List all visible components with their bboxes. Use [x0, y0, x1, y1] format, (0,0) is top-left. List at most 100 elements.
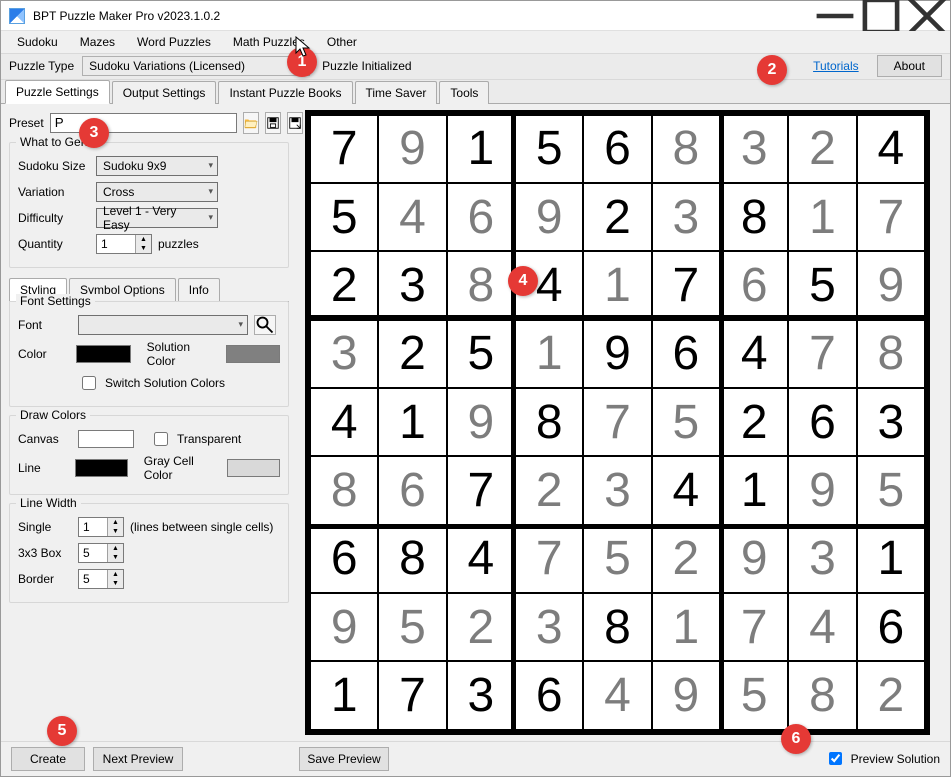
- window-title: BPT Puzzle Maker Pro v2023.1.0.2: [33, 9, 812, 23]
- sudoku-cell: 9: [310, 593, 378, 661]
- quantity-input[interactable]: [97, 237, 133, 251]
- switch-solution-colors-checkbox[interactable]: [82, 376, 96, 390]
- canvas-label: Canvas: [18, 432, 72, 446]
- difficulty-label: Difficulty: [18, 211, 90, 225]
- titlebar: BPT Puzzle Maker Pro v2023.1.0.2: [1, 1, 950, 31]
- sudoku-cell: 6: [652, 320, 720, 388]
- save-preset-button[interactable]: [265, 112, 281, 134]
- sudoku-cell: 1: [378, 388, 446, 456]
- sudoku-cell: 2: [378, 320, 446, 388]
- sudoku-cell: 3: [515, 593, 583, 661]
- sudoku-cell: 1: [515, 320, 583, 388]
- tab-time-saver[interactable]: Time Saver: [355, 81, 438, 104]
- solution-color-swatch[interactable]: [226, 345, 280, 363]
- font-label: Font: [18, 318, 72, 332]
- font-color-swatch[interactable]: [76, 345, 130, 363]
- line-color-swatch[interactable]: [75, 459, 128, 477]
- sudoku-cell: 5: [447, 320, 515, 388]
- sudoku-cell: 4: [515, 251, 583, 319]
- tab-tools[interactable]: Tools: [439, 81, 489, 104]
- sudoku-cell: 4: [583, 661, 651, 729]
- sudoku-cell: 3: [788, 525, 856, 593]
- subtab-info[interactable]: Info: [178, 278, 220, 302]
- puzzle-type-label: Puzzle Type: [9, 59, 74, 73]
- spin-up[interactable]: ▲: [135, 235, 151, 244]
- sudoku-cell: 9: [515, 183, 583, 251]
- sudoku-cell: 6: [583, 115, 651, 183]
- gray-cell-label: Gray Cell Color: [144, 454, 221, 482]
- sudoku-cell: 8: [515, 388, 583, 456]
- preset-input[interactable]: [50, 113, 237, 133]
- magnifier-icon: [255, 315, 275, 335]
- font-select[interactable]: [78, 315, 248, 335]
- sudoku-cell: 8: [378, 525, 446, 593]
- sudoku-cell: 4: [857, 115, 925, 183]
- create-button[interactable]: Create: [11, 747, 85, 771]
- difficulty-select[interactable]: Level 1 - Very Easy: [96, 208, 218, 228]
- sudoku-cell: 8: [447, 251, 515, 319]
- tab-output-settings[interactable]: Output Settings: [112, 81, 217, 104]
- sudoku-cell: 7: [583, 388, 651, 456]
- sudoku-cell: 5: [857, 456, 925, 524]
- menu-sudoku[interactable]: Sudoku: [7, 33, 68, 51]
- sudoku-cell: 1: [788, 183, 856, 251]
- spin-down[interactable]: ▼: [135, 244, 151, 253]
- sudoku-cell: 5: [720, 661, 788, 729]
- font-picker-button[interactable]: [254, 315, 276, 335]
- gray-cell-swatch[interactable]: [227, 459, 280, 477]
- line-label: Line: [18, 461, 69, 475]
- sudoku-cell: 8: [857, 320, 925, 388]
- sudoku-cell: 3: [720, 115, 788, 183]
- menu-math-puzzles[interactable]: Math Puzzles: [223, 33, 315, 51]
- close-button[interactable]: [904, 1, 950, 30]
- sudoku-cell: 8: [788, 661, 856, 729]
- puzzles-suffix: puzzles: [158, 237, 199, 251]
- next-preview-button[interactable]: Next Preview: [93, 747, 183, 771]
- app-window: BPT Puzzle Maker Pro v2023.1.0.2 Sudoku …: [0, 0, 951, 777]
- sudoku-cell: 4: [788, 593, 856, 661]
- sudoku-cell: 7: [310, 115, 378, 183]
- sudoku-cell: 4: [447, 525, 515, 593]
- single-stepper[interactable]: ▲▼: [78, 517, 124, 537]
- sudoku-cell: 3: [857, 388, 925, 456]
- sudoku-cell: 6: [857, 593, 925, 661]
- main-tabs: Puzzle Settings Output Settings Instant …: [1, 80, 950, 104]
- transparent-checkbox[interactable]: [154, 432, 168, 446]
- border-stepper[interactable]: ▲▼: [78, 569, 124, 589]
- maximize-button[interactable]: [858, 1, 904, 30]
- sudoku-cell: 4: [652, 456, 720, 524]
- sudoku-cell: 3: [310, 320, 378, 388]
- tab-puzzle-settings[interactable]: Puzzle Settings: [5, 80, 110, 104]
- canvas-color-swatch[interactable]: [78, 430, 134, 448]
- transparent-label: Transparent: [177, 432, 241, 446]
- box-stepper[interactable]: ▲▼: [78, 543, 124, 563]
- sudoku-cell: 8: [720, 183, 788, 251]
- left-pane: Preset What to Gene Sudoku Size Sudoku 9…: [1, 104, 297, 741]
- sudoku-cell: 5: [310, 183, 378, 251]
- about-button[interactable]: About: [877, 55, 942, 77]
- sudoku-cell: 6: [515, 661, 583, 729]
- preview-solution-checkbox[interactable]: [829, 752, 842, 765]
- open-preset-button[interactable]: [243, 112, 259, 134]
- sudoku-size-select[interactable]: Sudoku 9x9: [96, 156, 218, 176]
- sudoku-cell: 5: [788, 251, 856, 319]
- sudoku-grid: 7915683245469238172384176593251964784198…: [305, 110, 930, 735]
- menu-word-puzzles[interactable]: Word Puzzles: [127, 33, 221, 51]
- bottom-bar: Create Next Preview Save Preview Preview…: [1, 741, 950, 776]
- sudoku-cell: 9: [378, 115, 446, 183]
- status-text: Puzzle Initialized: [322, 59, 411, 73]
- menu-mazes[interactable]: Mazes: [70, 33, 125, 51]
- menu-other[interactable]: Other: [317, 33, 367, 51]
- sudoku-cell: 2: [583, 183, 651, 251]
- preset-row: Preset: [9, 112, 289, 134]
- app-icon: [9, 8, 25, 24]
- sudoku-cell: 8: [652, 115, 720, 183]
- minimize-button[interactable]: [812, 1, 858, 30]
- quantity-stepper[interactable]: ▲▼: [96, 234, 152, 254]
- sudoku-cell: 2: [447, 593, 515, 661]
- tutorials-link[interactable]: Tutorials: [813, 59, 859, 73]
- save-preview-button[interactable]: Save Preview: [299, 747, 389, 771]
- color-label: Color: [18, 347, 70, 361]
- tab-instant-books[interactable]: Instant Puzzle Books: [218, 81, 352, 104]
- variation-select[interactable]: Cross: [96, 182, 218, 202]
